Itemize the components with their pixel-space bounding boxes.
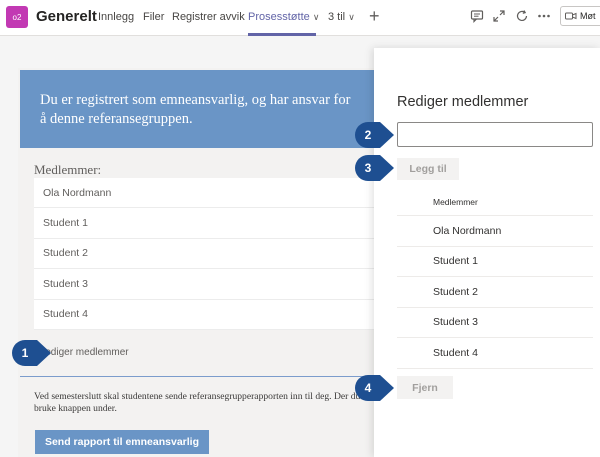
expand-icon[interactable] xyxy=(492,9,506,23)
tab-prosesstotte[interactable]: Prosesstøtte ∨ xyxy=(248,11,319,23)
tab-filer[interactable]: Filer xyxy=(143,11,164,23)
more-icon[interactable] xyxy=(537,9,551,23)
members-label: Medlemmer: xyxy=(34,162,102,177)
divider xyxy=(20,376,380,377)
tab-prosesstotte-label: Prosesstøtte xyxy=(248,11,310,23)
channel-name: Generelt xyxy=(36,8,97,25)
marker-number: 1 xyxy=(21,346,29,360)
chevron-down-icon: ∨ xyxy=(312,12,320,22)
list-item: Student 2 xyxy=(34,238,390,270)
tab-more[interactable]: 3 til ∨ xyxy=(328,11,355,23)
team-avatar[interactable]: o2 xyxy=(6,6,28,28)
add-member-button[interactable]: Legg til xyxy=(397,158,459,180)
send-report-button[interactable]: Send rapport til emneansvarlig xyxy=(35,430,209,454)
semester-info-text: Ved semesterslutt skal studentene sende … xyxy=(34,391,361,414)
chat-icon[interactable] xyxy=(470,9,484,23)
tab-more-label: 3 til xyxy=(328,11,346,23)
marker-number: 4 xyxy=(364,381,372,395)
column-header: Medlemmer xyxy=(397,188,593,216)
edit-members-panel: Rediger medlemmer Legg til Medlemmer Ola… xyxy=(374,48,600,457)
marker-number: 2 xyxy=(364,128,372,142)
refresh-icon[interactable] xyxy=(515,9,529,23)
meet-label: Møt xyxy=(580,11,596,21)
meet-button[interactable]: Møt xyxy=(560,6,600,26)
table-row[interactable]: Student 2 xyxy=(397,277,593,308)
table-row[interactable]: Student 3 xyxy=(397,308,593,338)
chevron-down-icon: ∨ xyxy=(348,12,355,22)
list-item: Student 4 xyxy=(34,299,390,330)
video-icon xyxy=(565,12,577,20)
marker-number: 3 xyxy=(364,161,372,175)
members-list: Ola Nordmann Student 1 Student 2 Student… xyxy=(34,178,390,330)
table-row[interactable]: Student 1 xyxy=(397,247,593,277)
tab-registrer-avvik[interactable]: Registrer avvik xyxy=(172,11,245,23)
panel-members-table: Medlemmer Ola Nordmann Student 1 Student… xyxy=(397,188,593,369)
table-row[interactable]: Student 4 xyxy=(397,338,593,369)
panel-title: Rediger medlemmer xyxy=(397,94,529,110)
remove-member-button[interactable]: Fjern xyxy=(397,376,453,399)
info-banner: Du er registrert som emneansvarlig, og h… xyxy=(20,70,380,148)
callout-marker: 3 xyxy=(355,155,395,181)
callout-marker: 4 xyxy=(355,375,395,401)
list-item: Student 3 xyxy=(34,269,390,300)
list-item: Ola Nordmann xyxy=(34,178,390,209)
callout-marker: 1 xyxy=(12,340,52,366)
list-item: Student 1 xyxy=(34,208,390,239)
table-row[interactable]: Ola Nordmann xyxy=(397,216,593,247)
active-tab-indicator xyxy=(248,33,316,36)
tab-innlegg[interactable]: Innlegg xyxy=(98,11,134,23)
callout-marker: 2 xyxy=(355,122,395,148)
add-tab-icon[interactable]: + xyxy=(369,6,380,27)
member-input[interactable] xyxy=(397,122,593,147)
top-bar: o2 Generelt Innlegg Filer Registrer avvi… xyxy=(0,0,600,36)
